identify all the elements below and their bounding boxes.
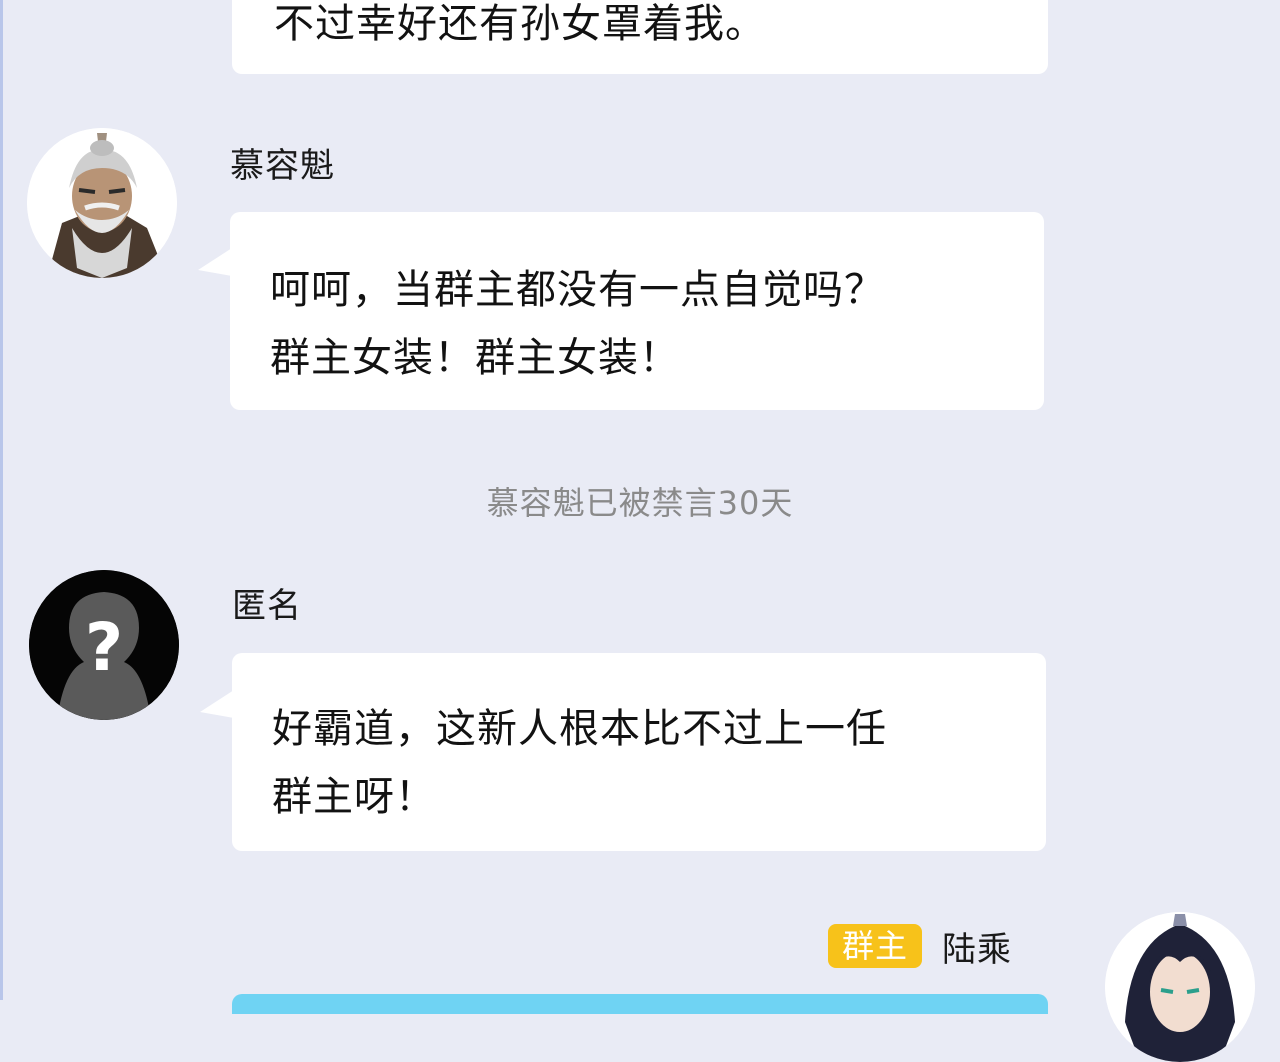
group-owner-badge: 群主 (828, 924, 922, 968)
old-man-avatar[interactable] (27, 128, 177, 278)
own-message-bubble (232, 994, 1048, 1014)
message-bubble: 好霸道，这新人根本比不过上一任 群主呀！ (232, 653, 1046, 851)
message-bubble: 不过幸好还有孙女罩着我。 (232, 0, 1048, 74)
message-bubble: 呵呵，当群主都没有一点自觉吗？ 群主女装！群主女装！ (230, 212, 1044, 410)
young-man-avatar[interactable] (1105, 912, 1255, 1062)
bubble-tail (200, 690, 234, 718)
sender-name: 匿名 (232, 586, 302, 626)
bubble-tail (198, 248, 232, 276)
anonymous-question-icon: ? (29, 570, 179, 720)
message-text: 好霸道，这新人根本比不过上一任 群主呀！ (272, 706, 887, 820)
message-text: 呵呵，当群主都没有一点自觉吗？ 群主女装！群主女装！ (270, 267, 885, 381)
system-notice: 慕容魁已被禁言30天 (486, 484, 794, 522)
young-man-avatar-icon (1105, 912, 1255, 1062)
sender-name: 慕容魁 (230, 146, 335, 186)
message-text: 不过幸好还有孙女罩着我。 (274, 1, 766, 47)
sender-name: 陆乘 (942, 930, 1012, 970)
anonymous-avatar[interactable]: ? (29, 570, 179, 720)
svg-text:?: ? (85, 609, 123, 686)
old-man-avatar-icon (27, 128, 177, 278)
